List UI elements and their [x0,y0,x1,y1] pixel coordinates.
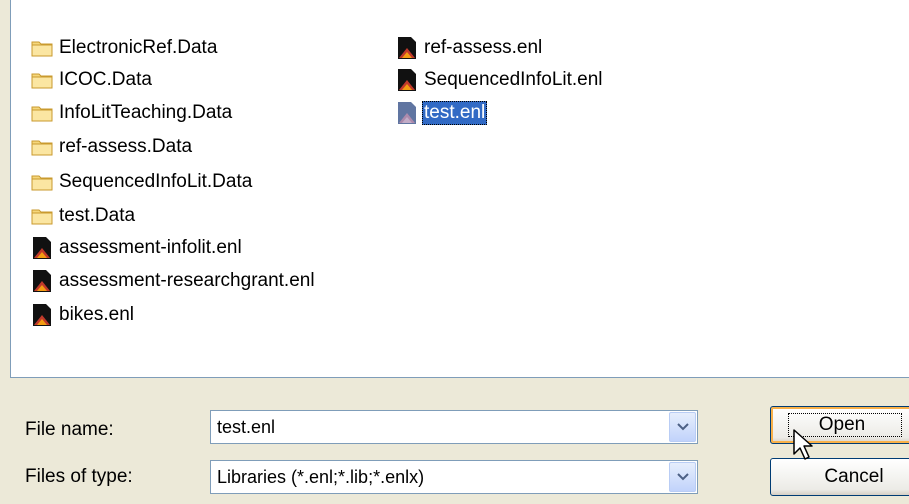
list-item-enl[interactable]: assessment-researchgrant.enl [31,268,317,294]
endnote-library-icon [31,304,53,326]
list-item-label: test.enl [422,101,488,125]
list-item-label: assessment-researchgrant.enl [59,270,315,291]
list-item-label: SequencedInfoLit.enl [424,69,603,90]
list-item-enl[interactable]: SequencedInfoLit.enl [396,67,605,93]
list-item-enl[interactable]: ref-assess.enl [396,35,544,61]
endnote-library-icon [31,237,53,259]
folder-icon [31,205,53,227]
list-item-label: test.Data [59,205,136,226]
list-item-enl-selected[interactable]: test.enl [396,100,488,126]
endnote-library-icon [31,270,53,292]
mouse-pointer-icon [793,429,813,460]
cancel-button[interactable]: Cancel [770,458,909,496]
file-name-combo[interactable]: test.enl [210,410,698,444]
endnote-library-icon [396,37,418,59]
list-item-label: ref-assess.enl [424,37,543,58]
endnote-library-icon [396,102,418,124]
chevron-down-icon[interactable] [669,462,696,492]
file-list-pane[interactable]: ElectronicRef.Data ICOC.Data InfoLitTeac… [10,0,909,378]
list-item-label: assessment-infolit.enl [59,237,242,258]
file-type-select[interactable]: Libraries (*.enl;*.lib;*.enlx) [210,460,698,494]
file-type-label: Files of type: [25,466,133,487]
folder-icon [31,37,53,59]
chevron-down-icon[interactable] [669,412,696,442]
file-type-value: Libraries (*.enl;*.lib;*.enlx) [217,467,425,487]
folder-icon [31,102,53,124]
open-button[interactable]: Open [770,406,909,444]
folder-icon [31,136,53,158]
list-item-folder[interactable]: ICOC.Data [31,67,154,93]
folder-icon [31,69,53,91]
cancel-button-label: Cancel [824,466,884,487]
list-item-folder[interactable]: InfoLitTeaching.Data [31,100,234,126]
file-name-input[interactable]: test.enl [217,417,275,438]
list-item-label: SequencedInfoLit.Data [59,171,253,192]
list-item-label: ref-assess.Data [59,136,193,157]
endnote-library-icon [396,69,418,91]
list-item-folder[interactable]: SequencedInfoLit.Data [31,169,254,195]
list-item-label: ICOC.Data [59,69,152,90]
file-name-label: File name: [25,419,114,440]
list-item-folder[interactable]: ElectronicRef.Data [31,35,219,61]
list-item-label: InfoLitTeaching.Data [59,102,233,123]
list-item-enl[interactable]: assessment-infolit.enl [31,235,244,261]
list-item-label: ElectronicRef.Data [59,37,218,58]
list-item-folder[interactable]: test.Data [31,203,137,229]
list-item-folder[interactable]: ref-assess.Data [31,134,194,160]
list-item-enl[interactable]: bikes.enl [31,302,136,328]
folder-icon [31,171,53,193]
list-item-label: bikes.enl [59,304,134,325]
